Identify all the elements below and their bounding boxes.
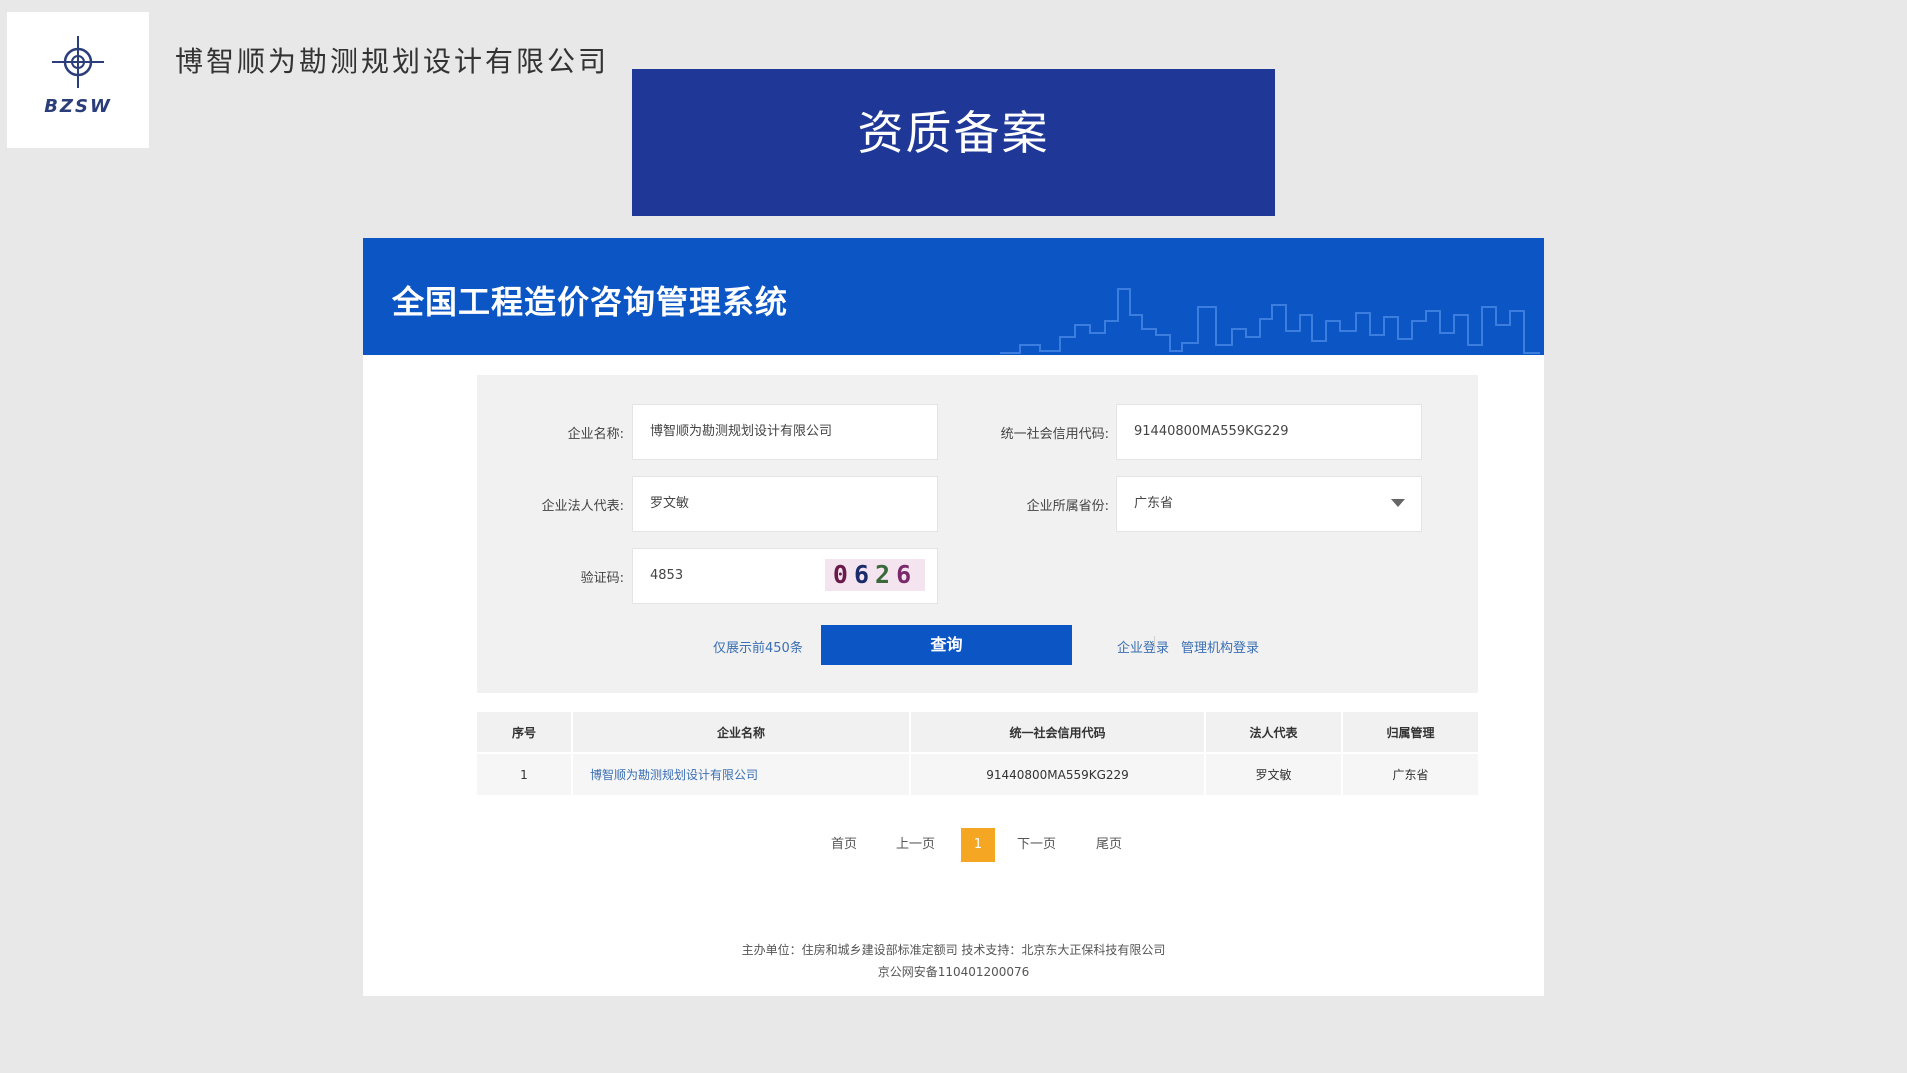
- chevron-down-icon[interactable]: [1391, 499, 1405, 507]
- column-header: 法人代表: [1205, 712, 1343, 753]
- results-table: 序号 企业名称 统一社会信用代码 法人代表 归属管理 1 博智顺为勘测规划设计有…: [477, 712, 1478, 795]
- system-panel: 全国工程造价咨询管理系统 企业名称: 博智顺为勘测规划设计有限公司 统一社会信用…: [363, 238, 1544, 996]
- column-header: 序号: [477, 712, 573, 753]
- logo-text: BZSW: [44, 96, 112, 117]
- province-select-value: 广东省: [1134, 496, 1174, 511]
- legal-rep-label: 企业法人代表:: [541, 499, 624, 514]
- table-cell: 91440800MA559KG229: [910, 752, 1206, 795]
- table-cell: 1: [477, 752, 573, 795]
- table-cell: 罗文敏: [1205, 752, 1343, 795]
- limit-note: 仅展示前450条: [713, 641, 803, 656]
- captcha-digit: 6: [853, 560, 875, 589]
- table-header-row: 序号 企业名称 统一社会信用代码 法人代表 归属管理: [477, 712, 1478, 753]
- divider: [1154, 636, 1155, 652]
- company-logo: BZSW: [7, 12, 149, 148]
- table-cell: 广东省: [1342, 752, 1478, 795]
- system-header: 全国工程造价咨询管理系统: [363, 238, 1544, 355]
- pagination-prev[interactable]: 上一页: [896, 828, 935, 862]
- credit-code-label: 统一社会信用代码:: [1000, 427, 1109, 442]
- credit-code-input[interactable]: 91440800MA559KG229: [1116, 404, 1422, 460]
- province-label: 企业所属省份:: [1026, 499, 1109, 514]
- crosshair-icon: [52, 36, 104, 88]
- company-name-label: 企业名称:: [567, 427, 624, 442]
- province-select[interactable]: 广东省: [1116, 476, 1422, 532]
- column-header: 企业名称: [572, 712, 911, 753]
- pagination-last[interactable]: 尾页: [1096, 828, 1122, 862]
- pagination-first[interactable]: 首页: [831, 828, 857, 862]
- title-banner: 资质备案: [632, 69, 1275, 216]
- pagination-next[interactable]: 下一页: [1017, 828, 1056, 862]
- table-row: 1 博智顺为勘测规划设计有限公司 91440800MA559KG229 罗文敏 …: [477, 752, 1478, 795]
- skyline-decoration-icon: [1000, 288, 1540, 354]
- captcha-label: 验证码:: [580, 571, 624, 586]
- captcha-digit: 6: [896, 560, 918, 589]
- legal-rep-input[interactable]: 罗文敏: [632, 476, 938, 532]
- captcha-digit: 2: [875, 560, 897, 589]
- admin-login-link[interactable]: 管理机构登录: [1181, 637, 1259, 656]
- system-title: 全国工程造价咨询管理系统: [392, 283, 789, 321]
- query-form: 企业名称: 博智顺为勘测规划设计有限公司 统一社会信用代码: 91440800M…: [477, 375, 1478, 693]
- company-name-link[interactable]: 博智顺为勘测规划设计有限公司: [572, 752, 911, 795]
- footer-sponsor: 主办单位：住房和城乡建设部标准定额司 技术支持：北京东大正保科技有限公司: [741, 943, 1166, 957]
- captcha-input[interactable]: 4853 0626: [632, 548, 938, 604]
- pagination-current[interactable]: 1: [961, 828, 995, 862]
- captcha-digit: 0: [832, 560, 854, 589]
- captcha-input-value: 4853: [650, 568, 684, 583]
- company-name-input[interactable]: 博智顺为勘测规划设计有限公司: [632, 404, 938, 460]
- footer-license: 京公网安备110401200076: [877, 965, 1030, 979]
- title-banner-text: 资质备案: [857, 106, 1050, 160]
- column-header: 归属管理: [1342, 712, 1478, 753]
- company-login-link[interactable]: 企业登录: [1117, 637, 1169, 656]
- column-header: 统一社会信用代码: [910, 712, 1206, 753]
- query-button[interactable]: 查询: [821, 625, 1072, 665]
- captcha-image[interactable]: 0626: [825, 559, 925, 591]
- company-heading: 博智顺为勘测规划设计有限公司: [175, 45, 610, 78]
